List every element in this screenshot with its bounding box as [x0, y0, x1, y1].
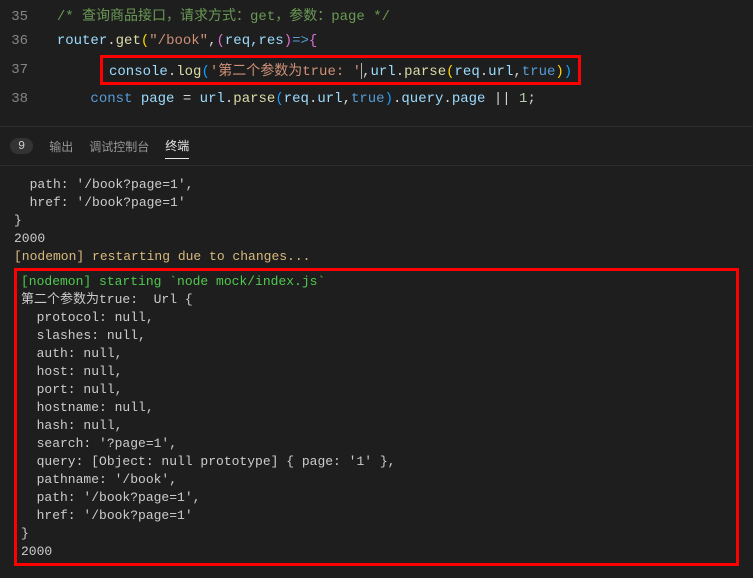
code-content: /* 查询商品接口，请求方式：get，参数：page */ — [40, 5, 390, 29]
terminal-line-nodemon: [nodemon] starting `node mock/index.js` — [21, 273, 732, 291]
terminal-line: hash: null, — [21, 417, 732, 435]
terminal-line: href: '/book?page=1' — [21, 507, 732, 525]
code-line-35[interactable]: 35 /* 查询商品接口，请求方式：get，参数：page */ — [0, 5, 753, 29]
panel-tabs: 9 输出 调试控制台 终端 — [0, 127, 753, 166]
line-number: 37 — [0, 62, 40, 78]
terminal-line: auth: null, — [21, 345, 732, 363]
line-number: 36 — [0, 29, 40, 53]
code-line-36[interactable]: 36 router.get("/book",(req,res)=>{ — [0, 29, 753, 53]
terminal-line-nodemon: [nodemon] restarting due to changes... — [14, 248, 739, 266]
code-line-37[interactable]: 37 console.log('第二个参数为true: ',url.parse(… — [0, 53, 753, 87]
code-line-38[interactable]: 38 const page = url.parse(req.url,true).… — [0, 87, 753, 111]
terminal-line: 2000 — [14, 230, 739, 248]
highlighted-code: console.log('第二个参数为true: ',url.parse(req… — [100, 55, 581, 85]
tab-terminal[interactable]: 终端 — [165, 133, 189, 159]
terminal-output[interactable]: path: '/book?page=1', href: '/book?page=… — [0, 166, 753, 578]
terminal-line: slashes: null, — [21, 327, 732, 345]
terminal-line: 2000 — [21, 543, 732, 561]
terminal-line: } — [14, 212, 739, 230]
terminal-line: href: '/book?page=1' — [14, 194, 739, 212]
highlighted-output: [nodemon] starting `node mock/index.js` … — [14, 268, 739, 566]
terminal-line: pathname: '/book', — [21, 471, 732, 489]
bottom-panel: 9 输出 调试控制台 终端 path: '/book?page=1', href… — [0, 126, 753, 578]
code-content: const page = url.parse(req.url,true).que… — [40, 87, 536, 111]
terminal-line: path: '/book?page=1', — [14, 176, 739, 194]
tab-debug-console[interactable]: 调试控制台 — [89, 134, 149, 159]
terminal-line: host: null, — [21, 363, 732, 381]
code-editor[interactable]: 35 /* 查询商品接口，请求方式：get，参数：page */ 36 rout… — [0, 0, 753, 116]
terminal-line: port: null, — [21, 381, 732, 399]
tab-output[interactable]: 输出 — [49, 134, 73, 159]
problems-badge[interactable]: 9 — [10, 138, 33, 154]
terminal-line: } — [21, 525, 732, 543]
line-number: 35 — [0, 5, 40, 29]
line-number: 38 — [0, 87, 40, 111]
terminal-line: protocol: null, — [21, 309, 732, 327]
terminal-line: query: [Object: null prototype] { page: … — [21, 453, 732, 471]
terminal-line: 第二个参数为true: Url { — [21, 291, 732, 309]
terminal-line: search: '?page=1', — [21, 435, 732, 453]
terminal-line: path: '/book?page=1', — [21, 489, 732, 507]
terminal-line: hostname: null, — [21, 399, 732, 417]
code-content: router.get("/book",(req,res)=>{ — [40, 29, 317, 53]
